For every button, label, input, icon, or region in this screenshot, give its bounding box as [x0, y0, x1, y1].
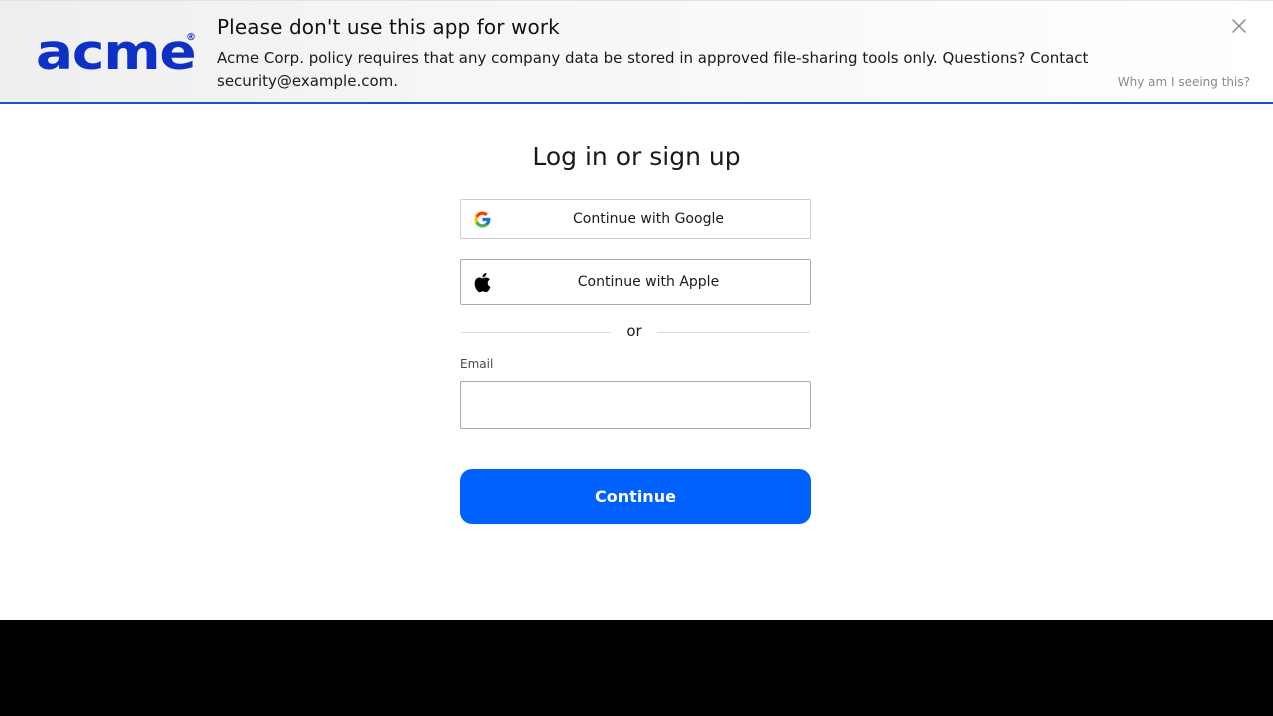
bottom-black-area: [0, 620, 1273, 716]
page-title: Log in or sign up: [532, 142, 741, 171]
acme-logo: acme ®: [36, 27, 197, 79]
logo-text: acme: [36, 24, 197, 81]
banner-message: Acme Corp. policy requires that any comp…: [217, 49, 1089, 90]
policy-banner: acme ® Please don't use this app for wor…: [0, 0, 1273, 104]
banner-title: Please don't use this app for work: [217, 15, 560, 39]
why-seeing-this-link[interactable]: Why am I seeing this?: [1118, 75, 1250, 89]
continue-button[interactable]: Continue: [460, 469, 811, 524]
divider-or: or: [626, 322, 642, 340]
email-label: Email: [460, 357, 494, 371]
apple-button-label: Continue with Apple: [577, 274, 720, 290]
continue-with-google-button[interactable]: Continue with Google: [460, 199, 811, 239]
divider-line-right: [657, 332, 810, 333]
divider-line-left: [461, 332, 611, 333]
continue-with-apple-button[interactable]: Continue with Apple: [460, 259, 811, 305]
close-icon[interactable]: [1229, 16, 1249, 36]
google-button-label: Continue with Google: [573, 211, 724, 227]
email-field[interactable]: [460, 381, 811, 429]
logo-registered-mark: ®: [186, 32, 196, 43]
